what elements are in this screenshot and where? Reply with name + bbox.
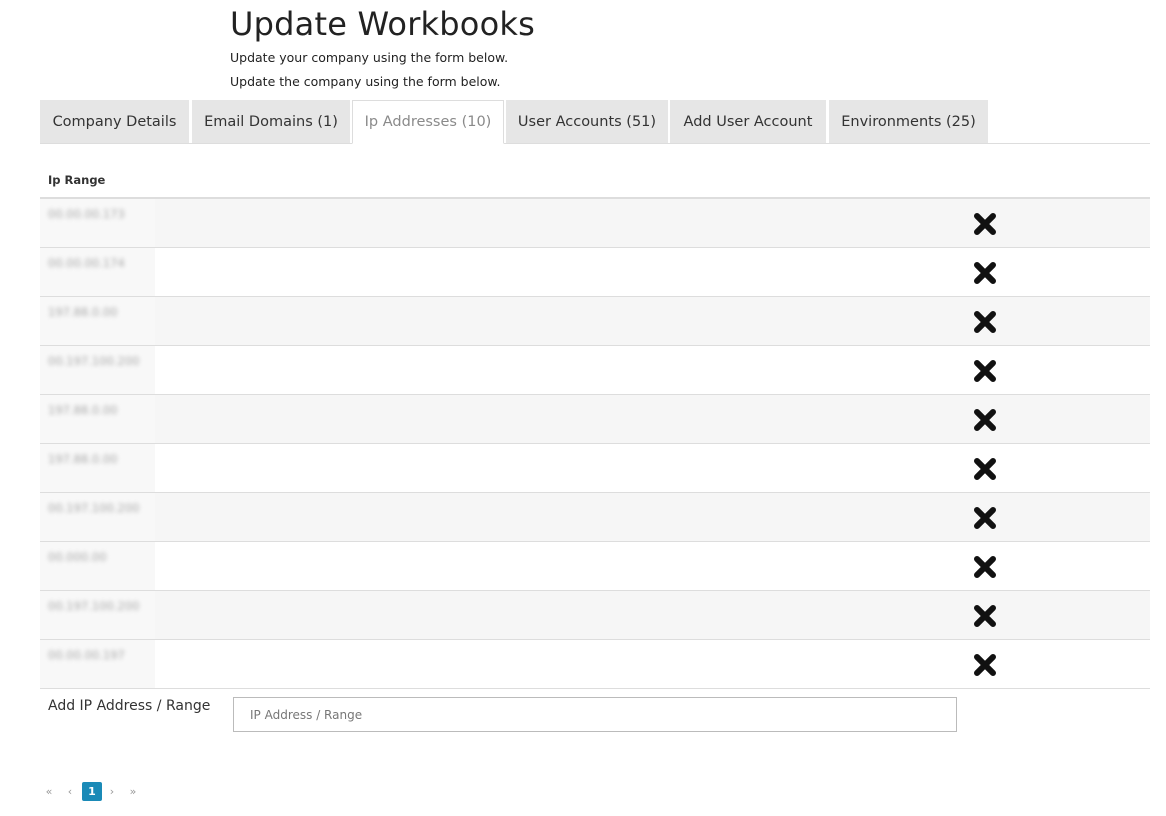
ip-range-value: 00.197.100.200 — [48, 599, 140, 613]
table-row: 00.197.100.200 — [40, 591, 1150, 640]
close-x-icon[interactable] — [973, 310, 997, 334]
close-x-icon[interactable] — [973, 408, 997, 432]
table-row: 00.197.100.200 — [40, 346, 1150, 395]
page-subtitle-secondary: Update the company using the form below. — [230, 74, 501, 89]
tab-ip-addresses[interactable]: Ip Addresses (10) — [352, 100, 504, 144]
column-header-ip-range: Ip Range — [48, 173, 106, 187]
close-x-icon[interactable] — [973, 653, 997, 677]
close-x-icon[interactable] — [973, 261, 997, 285]
ip-range-value: 00.197.100.200 — [48, 501, 140, 515]
page-title: Update Workbooks — [230, 5, 535, 43]
pagination-prev[interactable]: ‹ — [65, 782, 75, 801]
ip-range-value: 197.88.0.00 — [48, 403, 118, 417]
ip-range-cell: 00.00.00.173 — [40, 199, 155, 247]
pagination-next[interactable]: › — [107, 782, 117, 801]
ip-range-cell: 197.88.0.00 — [40, 297, 155, 345]
ip-range-value: 00.00.00.173 — [48, 207, 125, 221]
ip-range-cell: 197.88.0.00 — [40, 395, 155, 443]
tab-add-user-account[interactable]: Add User Account — [670, 100, 826, 143]
add-ip-input[interactable] — [233, 697, 957, 732]
tab-environments[interactable]: Environments (25) — [829, 100, 988, 143]
ip-range-cell: 197.88.0.00 — [40, 444, 155, 492]
table-row: 00.000.00 — [40, 542, 1150, 591]
ip-range-cell: 00.00.00.174 — [40, 248, 155, 296]
pagination-first[interactable]: « — [44, 782, 54, 801]
ip-table-body: 00.00.00.173 00.00.00.174 197.88.0.00 00.19… — [40, 199, 1150, 689]
table-row: 197.88.0.00 — [40, 297, 1150, 346]
table-row: 00.00.00.197 — [40, 640, 1150, 689]
close-x-icon[interactable] — [973, 359, 997, 383]
close-x-icon[interactable] — [973, 604, 997, 628]
ip-range-value: 00.197.100.200 — [48, 354, 140, 368]
ip-range-value: 00.000.00 — [48, 550, 107, 564]
table-row: 00.197.100.200 — [40, 493, 1150, 542]
ip-range-value: 00.00.00.197 — [48, 648, 125, 662]
tab-email-domains[interactable]: Email Domains (1) — [192, 100, 350, 143]
ip-range-cell: 00.00.00.197 — [40, 640, 155, 688]
close-x-icon[interactable] — [973, 555, 997, 579]
ip-range-cell: 00.000.00 — [40, 542, 155, 590]
pagination-page-current[interactable]: 1 — [82, 782, 102, 801]
tab-bar: Company Details Email Domains (1) Ip Add… — [40, 100, 1150, 144]
ip-range-cell: 00.197.100.200 — [40, 591, 155, 639]
pagination-last[interactable]: » — [127, 782, 139, 801]
add-ip-label: Add IP Address / Range — [48, 698, 211, 714]
ip-range-cell: 00.197.100.200 — [40, 346, 155, 394]
ip-range-value: 197.88.0.00 — [48, 305, 118, 319]
table-row: 00.00.00.173 — [40, 199, 1150, 248]
tab-user-accounts[interactable]: User Accounts (51) — [506, 100, 668, 143]
table-row: 00.00.00.174 — [40, 248, 1150, 297]
ip-range-value: 00.00.00.174 — [48, 256, 125, 270]
ip-range-value: 197.88.0.00 — [48, 452, 118, 466]
page-subtitle: Update your company using the form below… — [230, 50, 509, 65]
close-x-icon[interactable] — [973, 457, 997, 481]
ip-range-cell: 00.197.100.200 — [40, 493, 155, 541]
table-row: 197.88.0.00 — [40, 444, 1150, 493]
tab-company-details[interactable]: Company Details — [40, 100, 189, 143]
close-x-icon[interactable] — [973, 506, 997, 530]
table-row: 197.88.0.00 — [40, 395, 1150, 444]
close-x-icon[interactable] — [973, 212, 997, 236]
